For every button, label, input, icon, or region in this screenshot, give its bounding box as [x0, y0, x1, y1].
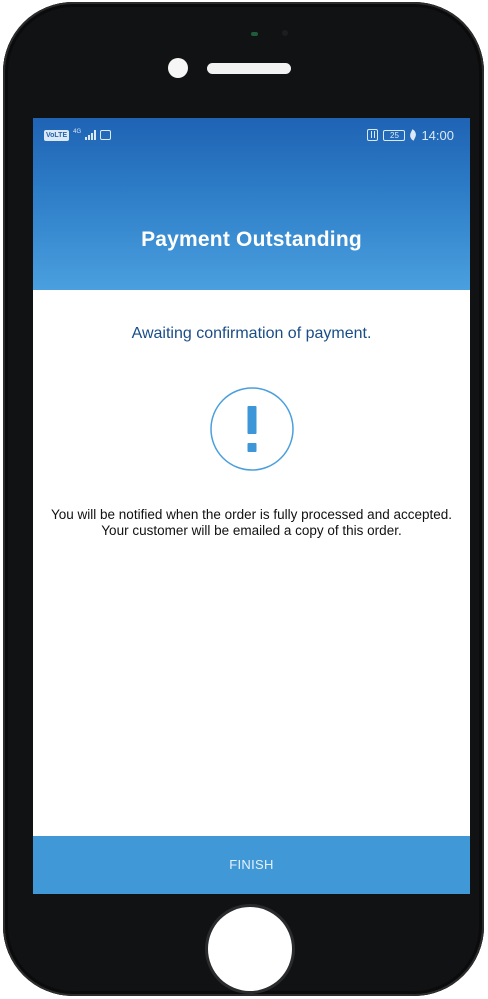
- ambient-light-sensor: [282, 30, 288, 36]
- status-bar-left: VoLTE 4G: [44, 128, 112, 142]
- volte-icon: VoLTE: [44, 129, 70, 141]
- message-icon: [100, 130, 112, 140]
- status-bar: VoLTE 4G 25 14:00: [33, 118, 470, 154]
- eco-leaf-icon: [408, 129, 419, 141]
- network-type-label: 4G: [73, 129, 82, 135]
- status-bar-right: 25 14:00: [367, 127, 454, 143]
- page-title: Payment Outstanding: [141, 228, 362, 251]
- exclamation-circle-icon: [210, 387, 294, 471]
- notification-message: You will be notified when the order is f…: [51, 507, 452, 538]
- earpiece-speaker: [207, 63, 291, 74]
- signal-icon: [85, 130, 97, 140]
- battery-icon: 25: [383, 129, 406, 141]
- home-button[interactable]: [208, 907, 292, 991]
- clock: 14:00: [421, 127, 454, 143]
- header: VoLTE 4G 25 14:00 Payment Outstanding: [33, 118, 470, 290]
- proximity-sensor: [251, 32, 258, 36]
- status-subtitle: Awaiting confirmation of payment.: [131, 325, 372, 342]
- front-camera: [168, 58, 188, 78]
- nfc-icon: [367, 129, 379, 141]
- phone-frame: VoLTE 4G 25 14:00 Payment Outstanding Aw…: [3, 2, 484, 996]
- finish-button[interactable]: FINISH: [33, 836, 470, 894]
- app-screen: VoLTE 4G 25 14:00 Payment Outstanding Aw…: [33, 118, 470, 894]
